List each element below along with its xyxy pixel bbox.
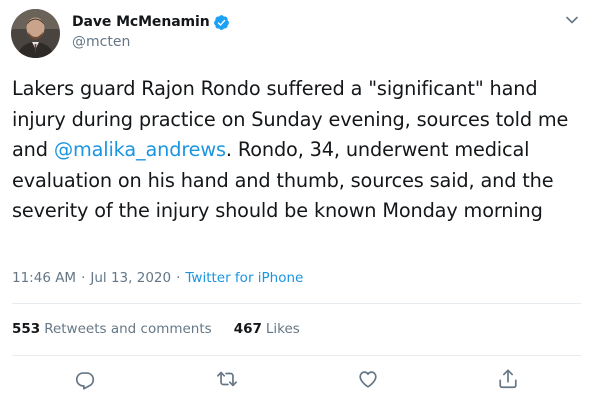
avatar-photo-icon (11, 9, 60, 58)
author-handle[interactable]: @mcten (72, 34, 130, 50)
tweet-meta: 11:46 AM · Jul 13, 2020 · Twitter for iP… (12, 270, 303, 286)
meta-separator: · (81, 270, 86, 286)
retweet-icon[interactable] (216, 368, 238, 390)
divider (12, 303, 581, 304)
reply-icon[interactable] (74, 368, 96, 390)
avatar[interactable] (11, 9, 60, 58)
tweet-source-link[interactable]: Twitter for iPhone (185, 270, 303, 286)
mention-link[interactable]: @malika_andrews (54, 138, 226, 161)
retweets-count[interactable]: 553 (12, 321, 40, 337)
verified-badge-icon (213, 14, 229, 30)
chevron-down-icon[interactable] (564, 12, 580, 28)
tweet-card: Dave McMenamin @mcten Lakers guard Rajon… (0, 0, 593, 401)
divider (12, 355, 581, 356)
retweets-label[interactable]: Retweets and comments (44, 321, 212, 337)
tweet-text: Lakers guard Rajon Rondo suffered a "sig… (12, 74, 584, 227)
heart-icon[interactable] (357, 368, 379, 390)
likes-count[interactable]: 467 (234, 321, 262, 337)
tweet-date[interactable]: Jul 13, 2020 (90, 270, 171, 286)
tweet-stats: 553 Retweets and comments 467 Likes (12, 321, 300, 337)
meta-separator-2: · (176, 270, 181, 286)
author-name-row[interactable]: Dave McMenamin (72, 12, 230, 32)
share-icon[interactable] (497, 368, 519, 390)
likes-label[interactable]: Likes (266, 321, 300, 337)
tweet-time[interactable]: 11:46 AM (12, 270, 76, 286)
author-display-name[interactable]: Dave McMenamin (72, 14, 210, 30)
